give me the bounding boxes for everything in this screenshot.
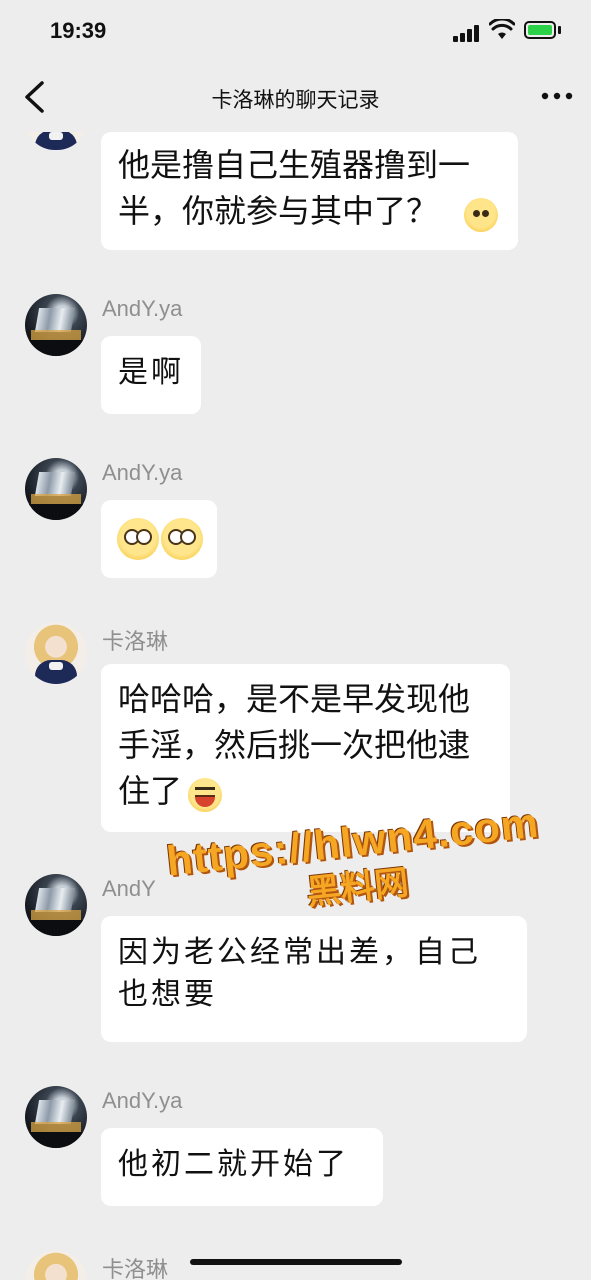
message-3: AndY.ya [0, 458, 591, 590]
avatar-andy[interactable] [25, 458, 87, 520]
message-7: 卡洛琳 [0, 1250, 591, 1280]
message-bubble[interactable]: 哈哈哈，是不是早发现他 手淫，然后挑一次把他逮 住了 [101, 664, 510, 832]
sender-name: AndY.ya [102, 296, 183, 321]
sender-name: AndY.ya [102, 1088, 183, 1113]
avatar-andy[interactable] [25, 1086, 87, 1148]
status-time: 19:39 [50, 18, 107, 43]
message-text: 是啊 [118, 355, 184, 390]
status-bar: 19:39 [0, 0, 591, 62]
message-6: AndY.ya 他初二就开始了 [0, 1086, 591, 1216]
avatar-andy[interactable] [25, 874, 87, 936]
home-indicator[interactable] [190, 1259, 402, 1265]
message-text: 哈哈哈，是不是早发现他 手淫，然后挑一次把他逮 住了 [118, 680, 471, 810]
battery-cap [558, 26, 561, 34]
more-options-icon[interactable] [540, 82, 574, 110]
pleading-face-emoji-icon [117, 518, 159, 560]
pleading-face-emoji-icon [161, 518, 203, 560]
sender-name: 卡洛琳 [102, 629, 169, 654]
navigation-bar: 卡洛琳的聊天记录 [0, 62, 591, 132]
message-2: AndY.ya 是啊 [0, 294, 591, 426]
message-bubble[interactable]: 是啊 [101, 336, 201, 414]
sender-name: 卡洛琳 [102, 1257, 169, 1280]
message-text: 他是撸自己生殖器撸到一 半，你就参与其中了？ [118, 146, 471, 230]
sender-name: AndY [102, 876, 156, 901]
avatar-andy[interactable] [25, 294, 87, 356]
battery-icon [524, 21, 556, 39]
cellular-signal-icon [453, 24, 483, 42]
message-bubble[interactable] [101, 500, 217, 578]
wifi-icon [489, 19, 515, 39]
page-title: 卡洛琳的聊天记录 [211, 88, 380, 112]
shy-face-emoji-icon [464, 198, 498, 232]
message-bubble[interactable]: 他初二就开始了 [101, 1128, 383, 1206]
message-text: 他初二就开始了 [118, 1147, 349, 1182]
avatar-karolin[interactable] [25, 622, 87, 684]
sender-name: AndY.ya [102, 460, 183, 485]
avatar-karolin[interactable] [25, 1250, 87, 1280]
message-text: 因为老公经常出差，自己 也想要 [118, 935, 481, 1012]
laughing-face-emoji-icon [188, 778, 222, 812]
message-bubble[interactable]: 他是撸自己生殖器撸到一 半，你就参与其中了？ [101, 132, 518, 250]
chat-history[interactable]: 他是撸自己生殖器撸到一 半，你就参与其中了？ AndY.ya 是啊 AndY.y… [0, 62, 591, 1280]
message-bubble[interactable]: 因为老公经常出差，自己 也想要 [101, 916, 527, 1042]
message-4: 卡洛琳 哈哈哈，是不是早发现他 手淫，然后挑一次把他逮 住了 [0, 622, 591, 832]
